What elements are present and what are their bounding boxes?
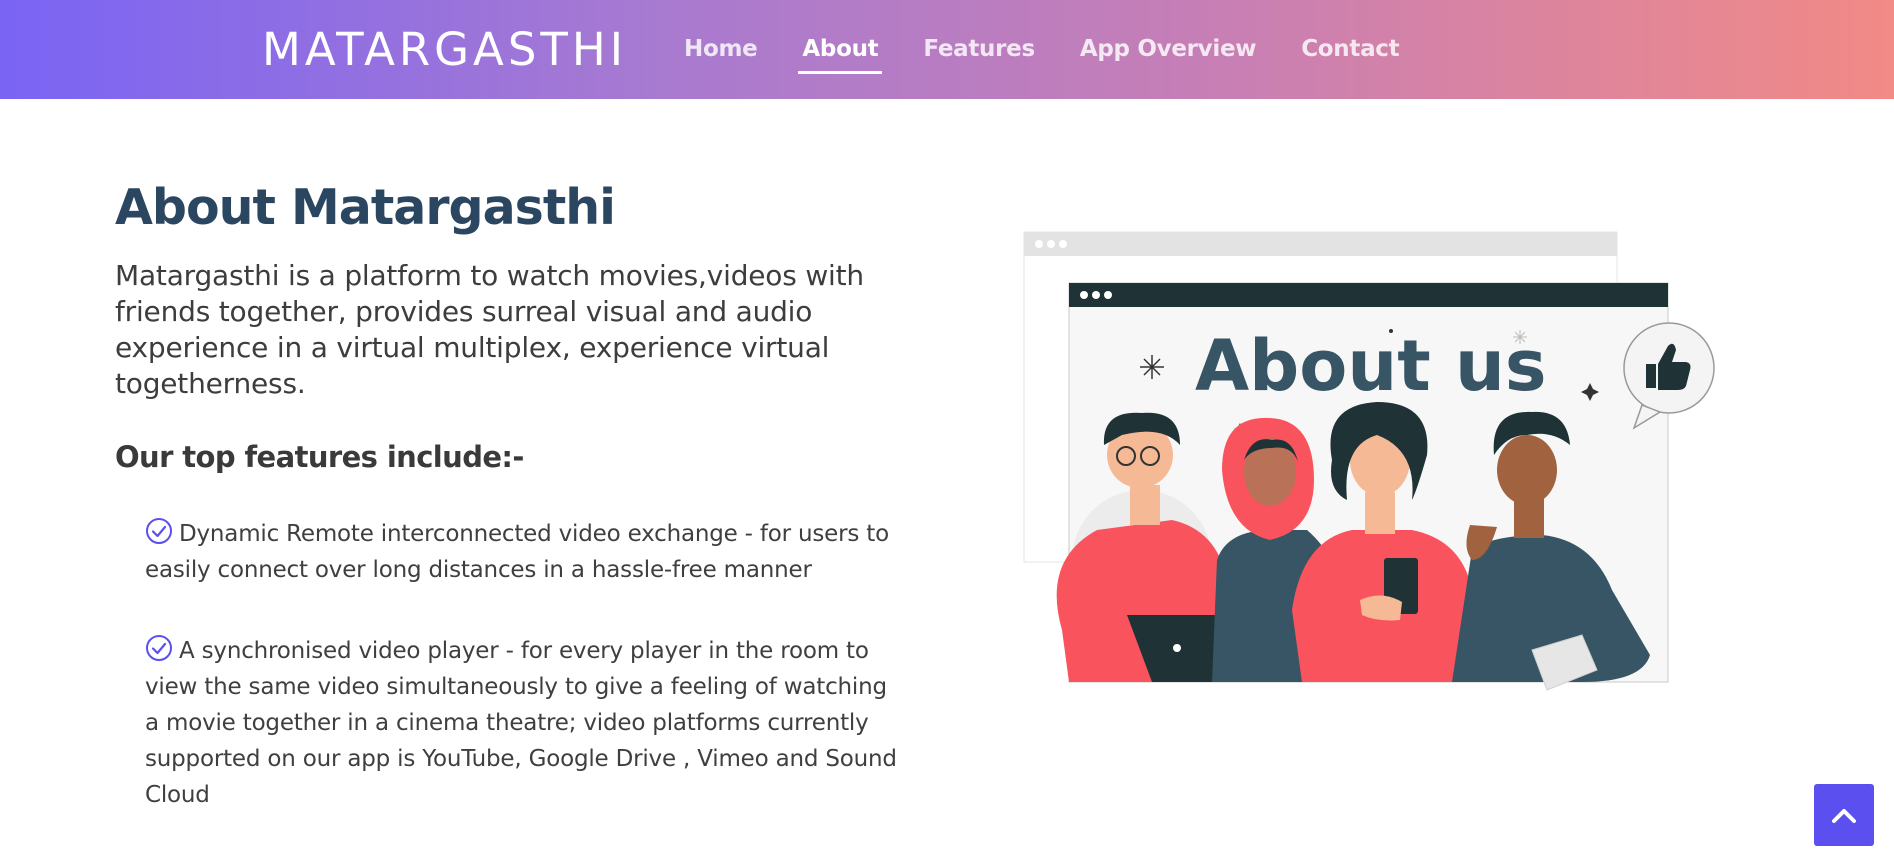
nav-links: Home About Features App Overview Contact [684, 34, 1444, 74]
chevron-up-icon [1832, 809, 1856, 823]
check-circle-icon [146, 635, 172, 661]
illustration-heading: About us [1195, 325, 1547, 407]
nav-link-about[interactable]: About [798, 34, 883, 74]
feature-item: Dynamic Remote interconnected video exch… [145, 516, 905, 588]
feature-item: A synchronised video player - for every … [145, 633, 905, 813]
brand-logo[interactable]: MATARGASTHI [262, 26, 627, 74]
about-us-illustration: About us [1023, 231, 1715, 691]
navbar: MATARGASTHI Home About Features App Over… [0, 0, 1894, 99]
feature-text: A synchronised video player - for every … [145, 638, 897, 808]
features-heading: Our top features include:- [115, 440, 524, 474]
check-circle-icon [146, 518, 172, 544]
nav-link-contact[interactable]: Contact [1301, 34, 1399, 72]
about-description: Matargasthi is a platform to watch movie… [115, 259, 864, 400]
feature-text: Dynamic Remote interconnected video exch… [145, 521, 889, 583]
nav-link-app-overview[interactable]: App Overview [1080, 34, 1257, 72]
nav-link-features[interactable]: Features [923, 34, 1035, 72]
nav-link-home[interactable]: Home [684, 34, 758, 72]
back-to-top-button[interactable] [1814, 784, 1874, 846]
feature-list: Dynamic Remote interconnected video exch… [145, 516, 905, 858]
about-title: About Matargasthi [115, 179, 616, 236]
